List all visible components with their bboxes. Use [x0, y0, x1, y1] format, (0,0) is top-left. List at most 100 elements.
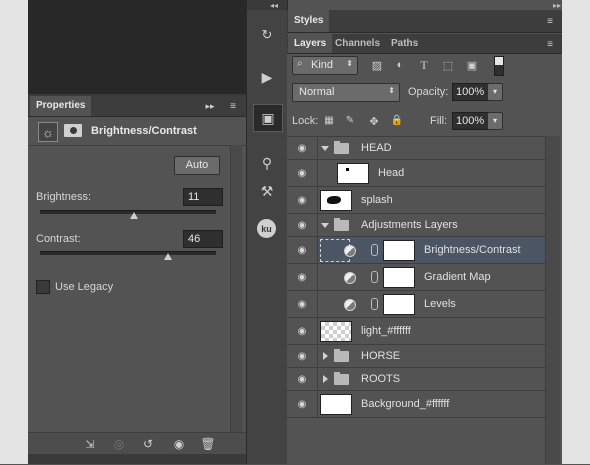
folder-icon [334, 372, 349, 385]
filter-kind-label: Kind [311, 59, 334, 71]
layers-menu-icon[interactable]: ≡ [543, 38, 557, 50]
tab-paths[interactable]: Paths [385, 34, 424, 53]
contrast-slider-track[interactable] [40, 251, 216, 255]
fill-label: Fill: [430, 115, 448, 127]
reset-icon[interactable]: ↺ [140, 437, 156, 451]
tool-presets-icon[interactable]: ⚒ [256, 180, 278, 202]
adjustment-layer-icon [344, 299, 356, 311]
layer-row-head-group[interactable]: ◉ HEAD [287, 137, 545, 160]
adjustments-panel-icon[interactable]: ▣ [253, 104, 283, 132]
lock-position-icon[interactable]: ✥ [367, 114, 381, 128]
visibility-eye-icon[interactable]: ◉ [287, 368, 318, 390]
kuler-icon[interactable]: ku [257, 219, 276, 238]
expand-chevron-icon[interactable] [323, 352, 328, 360]
layers-scrollbar[interactable] [545, 136, 560, 464]
brightness-slider-track[interactable] [40, 210, 216, 214]
styles-menu-icon[interactable]: ≡ [543, 15, 557, 27]
filter-adjustment-icon[interactable]: ◐ [393, 58, 407, 72]
filter-shape-icon[interactable]: ⬚ [441, 58, 455, 72]
contrast-slider-handle[interactable] [164, 253, 172, 260]
tool-strip-top-bar [247, 0, 287, 10]
visibility-eye-icon[interactable]: ◉ [287, 318, 318, 344]
contrast-value-field[interactable]: 46 [183, 230, 223, 248]
fill-field[interactable]: 100% [452, 112, 489, 130]
visibility-eye-icon[interactable]: ◉ [287, 345, 318, 367]
opacity-dropdown[interactable]: ▾ [487, 83, 503, 101]
filter-toggle-switch[interactable] [494, 56, 504, 76]
mask-icon[interactable] [64, 124, 82, 137]
brushes-icon[interactable]: ⚲ [256, 152, 278, 174]
properties-bottom-bar: ⇲ ◎ ↺ ◉ 🗑 [28, 432, 246, 455]
layer-name: Gradient Map [424, 271, 491, 283]
view-previous-icon[interactable]: ◎ [110, 437, 128, 451]
brightness-icon: ☼ [38, 122, 58, 142]
filter-type-icon[interactable]: T [417, 58, 431, 72]
history-icon[interactable]: ↻ [256, 24, 278, 46]
filter-pixel-icon[interactable]: ▨ [370, 58, 384, 72]
visibility-eye-icon[interactable]: ◉ [287, 187, 318, 213]
expand-chevron-icon[interactable] [321, 223, 329, 228]
brightness-value-field[interactable]: 11 [183, 188, 223, 206]
mask-thumbnail [383, 267, 415, 288]
play-action-icon[interactable]: ▶ [256, 66, 278, 88]
visibility-eye-icon[interactable]: ◉ [287, 264, 318, 290]
filter-kind-select[interactable]: ⌕ Kind ⬍ [292, 56, 358, 75]
lock-transparent-icon[interactable]: ▦ [323, 114, 335, 126]
layer-row-brightness-contrast[interactable]: ◉ Brightness/Contrast [287, 237, 545, 264]
layer-name: Head [378, 167, 405, 179]
layer-row-head[interactable]: ◉ Head [287, 160, 545, 187]
visibility-eye-icon[interactable]: ◉ [287, 137, 318, 159]
panel-menu-icon[interactable]: ≡ [226, 100, 240, 112]
layer-row-light[interactable]: ◉ light_#ffffff [287, 318, 545, 345]
tab-layers[interactable]: Layers [288, 34, 333, 53]
lock-image-icon[interactable]: ✎ [344, 114, 356, 126]
spinner-icon: ⬍ [346, 59, 353, 68]
layer-row-splash[interactable]: ◉ splash [287, 187, 545, 214]
filter-smart-object-icon[interactable]: ▣ [465, 58, 479, 72]
layer-row-roots-group[interactable]: ◉ ROOTS [287, 368, 545, 391]
layer-row-adjustments-group[interactable]: ◉ Adjustments Layers [287, 214, 545, 237]
visibility-eye-icon[interactable]: ◉ [287, 291, 318, 317]
auto-button[interactable]: Auto [174, 156, 220, 175]
layer-name: splash [361, 194, 393, 206]
tab-channels[interactable]: Channels [329, 34, 386, 53]
folder-icon [334, 218, 349, 231]
link-icon[interactable] [371, 271, 378, 283]
brightness-slider-handle[interactable] [130, 212, 138, 219]
layer-name: Brightness/Contrast [424, 244, 521, 256]
link-icon[interactable] [371, 298, 378, 310]
properties-scrollbar[interactable] [230, 145, 242, 432]
visibility-eye-icon[interactable]: ◉ [287, 391, 318, 417]
visibility-eye-icon[interactable]: ◉ [170, 437, 188, 451]
layer-name: Adjustments Layers [361, 219, 458, 231]
visibility-eye-icon[interactable]: ◉ [287, 237, 318, 263]
layer-row-horse-group[interactable]: ◉ HORSE [287, 345, 545, 368]
expand-chevron-icon[interactable] [323, 375, 328, 383]
brightness-label: Brightness: [36, 191, 92, 203]
canvas-area [28, 0, 246, 94]
lock-all-icon[interactable]: 🔒 [391, 114, 403, 126]
contrast-label: Contrast: [36, 233, 81, 245]
opacity-field[interactable]: 100% [452, 83, 489, 101]
blend-mode-select[interactable]: Normal ⬍ [292, 83, 400, 102]
layer-name: Levels [424, 298, 456, 310]
clip-to-layer-icon[interactable]: ⇲ [82, 437, 98, 451]
visibility-eye-icon[interactable]: ◉ [287, 160, 318, 186]
layer-row-gradient-map[interactable]: ◉ Gradient Map [287, 264, 545, 291]
tab-styles[interactable]: Styles [288, 10, 330, 32]
use-legacy-checkbox[interactable] [36, 280, 50, 294]
link-icon[interactable] [371, 244, 378, 256]
fill-dropdown[interactable]: ▾ [487, 112, 503, 130]
layer-name: HEAD [361, 142, 392, 154]
layer-row-levels[interactable]: ◉ Levels [287, 291, 545, 318]
styles-collapse-icon[interactable]: ▸▸ [553, 1, 561, 10]
delete-icon[interactable]: 🗑 [200, 437, 216, 451]
collapse-left-icon[interactable]: ◂◂ [270, 1, 278, 10]
layers-tab-bar: Layers Channels Paths ≡ [287, 34, 562, 54]
collapse-icon[interactable]: ▸▸ [204, 100, 216, 112]
visibility-eye-icon[interactable]: ◉ [287, 214, 318, 236]
tab-properties[interactable]: Properties [30, 96, 92, 116]
adjustment-header: ☼ Brightness/Contrast [28, 117, 246, 146]
layer-row-background[interactable]: ◉ Background_#ffffff [287, 391, 545, 418]
expand-chevron-icon[interactable] [321, 146, 329, 151]
